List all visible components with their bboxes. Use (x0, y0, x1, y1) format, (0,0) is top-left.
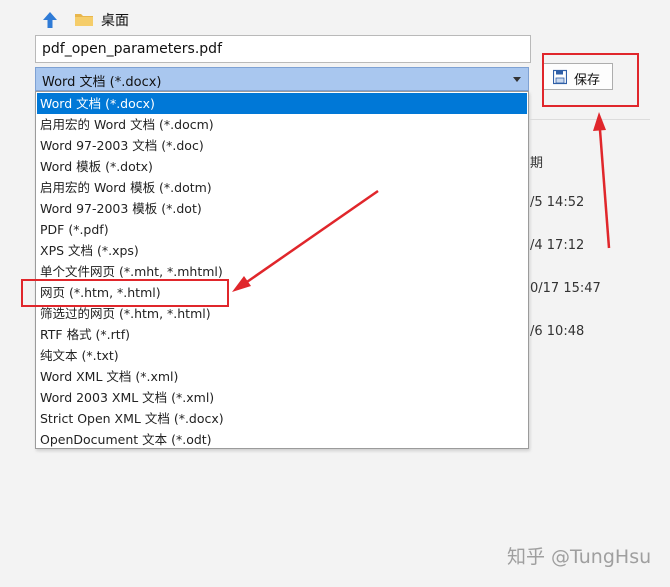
file-type-option-doc[interactable]: Word 97-2003 文档 (*.doc) (37, 135, 527, 156)
file-type-dropdown-list: Word 文档 (*.docx) 启用宏的 Word 文档 (*.docm) W… (35, 91, 529, 449)
file-date-cell: 0/17 15:47 (530, 281, 601, 296)
file-type-select[interactable]: Word 文档 (*.docx) (35, 67, 529, 91)
navigation-bar: 桌面 (0, 0, 670, 36)
file-type-option-odt[interactable]: OpenDocument 文本 (*.odt) (37, 429, 527, 450)
file-date-cell: /4 17:12 (530, 238, 585, 253)
file-name-input[interactable] (35, 35, 531, 63)
file-type-option-dot[interactable]: Word 97-2003 模板 (*.dot) (37, 198, 527, 219)
file-type-option-xps[interactable]: XPS 文档 (*.xps) (37, 240, 527, 261)
date-column-header[interactable]: 期 (530, 152, 543, 171)
up-arrow-icon[interactable] (40, 10, 60, 30)
folder-icon (75, 14, 93, 26)
file-type-option-dotm[interactable]: 启用宏的 Word 模板 (*.dotm) (37, 177, 527, 198)
list-divider (530, 119, 650, 120)
file-type-option-strict-docx[interactable]: Strict Open XML 文档 (*.docx) (37, 408, 527, 429)
file-type-option-pdf[interactable]: PDF (*.pdf) (37, 219, 527, 240)
watermark: 知乎 @TungHsu (507, 546, 652, 568)
file-type-option-txt[interactable]: 纯文本 (*.txt) (37, 345, 527, 366)
file-type-selected-value: Word 文档 (*.docx) (42, 75, 162, 90)
file-type-option-rtf[interactable]: RTF 格式 (*.rtf) (37, 324, 527, 345)
file-type-option-xml[interactable]: Word XML 文档 (*.xml) (37, 366, 527, 387)
file-type-option-docx[interactable]: Word 文档 (*.docx) (37, 93, 527, 114)
file-type-option-word2003-xml[interactable]: Word 2003 XML 文档 (*.xml) (37, 387, 527, 408)
file-type-option-dotx[interactable]: Word 模板 (*.dotx) (37, 156, 527, 177)
annotation-arrow-to-save (593, 112, 611, 249)
file-date-cell: /6 10:48 (530, 324, 585, 339)
chevron-down-icon[interactable] (513, 77, 521, 82)
annotation-box-save (542, 53, 639, 107)
annotation-box-html-option (21, 279, 229, 307)
file-date-cell: /5 14:52 (530, 195, 585, 210)
current-location[interactable]: 桌面 (101, 10, 129, 30)
file-type-option-docm[interactable]: 启用宏的 Word 文档 (*.docm) (37, 114, 527, 135)
